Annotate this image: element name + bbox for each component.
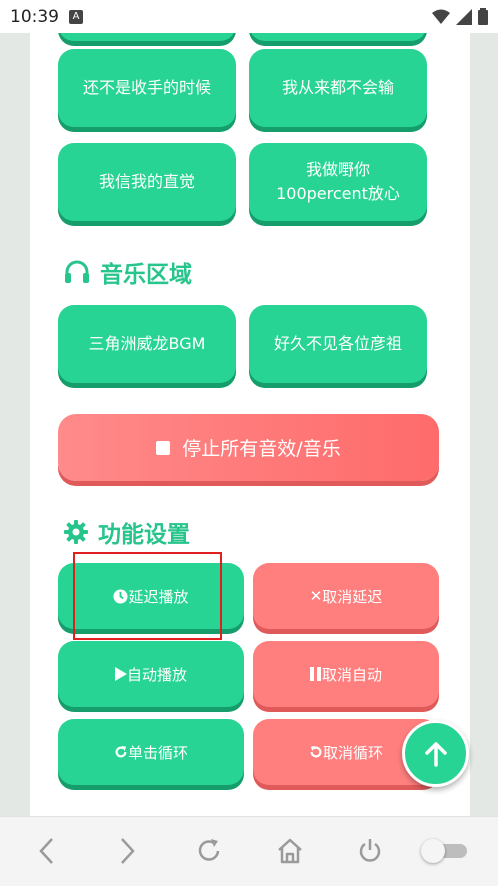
signal-icon bbox=[456, 8, 472, 25]
sound-button-4[interactable]: 我做嘢你 100percent放心 bbox=[249, 143, 427, 221]
music-section-label: 音乐区域 bbox=[100, 262, 192, 288]
music-button-2-label: 好久不见各位彦祖 bbox=[273, 334, 402, 353]
sound-button-3[interactable]: 我信我的直觉 bbox=[58, 143, 236, 221]
settings-section-label: 功能设置 bbox=[98, 522, 190, 548]
wifi-icon bbox=[432, 9, 450, 24]
gear-icon bbox=[64, 520, 88, 544]
battery-icon bbox=[478, 8, 488, 25]
cancel-auto-button[interactable]: 取消自动 bbox=[253, 641, 439, 707]
music-section-title: 音乐区域 bbox=[64, 255, 192, 289]
sound-button-4-label: 我做嘢你 100percent放心 bbox=[276, 160, 400, 203]
highlight-annotation bbox=[73, 552, 222, 640]
single-loop-label: 单击循环 bbox=[127, 743, 188, 762]
bottom-nav-bar bbox=[0, 816, 498, 886]
power-icon[interactable] bbox=[356, 837, 384, 865]
pause-icon bbox=[309, 667, 321, 681]
partial-button-left[interactable] bbox=[58, 33, 236, 41]
forward-arrow-icon[interactable] bbox=[118, 837, 136, 865]
sound-button-3-label: 我信我的直觉 bbox=[98, 172, 195, 191]
stop-icon bbox=[156, 440, 171, 455]
status-bar: 10:39 A bbox=[0, 0, 498, 33]
auto-play-button[interactable]: 自动播放 bbox=[58, 641, 244, 707]
status-time: 10:39 bbox=[10, 6, 59, 27]
auto-play-label: 自动播放 bbox=[126, 665, 187, 684]
partial-button-right[interactable] bbox=[249, 33, 427, 41]
cancel-auto-label: 取消自动 bbox=[321, 665, 382, 684]
music-button-2[interactable]: 好久不见各位彦祖 bbox=[249, 305, 427, 383]
cancel-delay-label: 取消延迟 bbox=[322, 587, 383, 606]
notification-a-icon: A bbox=[69, 9, 83, 24]
status-icons bbox=[432, 8, 488, 25]
close-icon: ✕ bbox=[309, 587, 323, 605]
refresh-icon[interactable] bbox=[196, 837, 222, 865]
content-panel: 还不是收手的时候 我从来都不会输 我信我的直觉 我做嘢你 100percent放… bbox=[30, 33, 470, 816]
cancel-loop-label: 取消循环 bbox=[322, 743, 383, 762]
sound-button-2-label: 我从来都不会输 bbox=[281, 78, 394, 97]
stop-all-label: 停止所有音效/音乐 bbox=[182, 438, 341, 460]
sound-button-1-label: 还不是收手的时候 bbox=[82, 78, 211, 97]
stop-all-button[interactable]: 停止所有音效/音乐 bbox=[58, 414, 439, 481]
arrow-up-icon bbox=[424, 741, 447, 767]
single-loop-button[interactable]: 单击循环 bbox=[58, 719, 244, 785]
toggle-switch[interactable] bbox=[421, 839, 467, 863]
redo-icon bbox=[115, 745, 127, 758]
music-button-1[interactable]: 三角洲威龙BGM bbox=[58, 305, 236, 383]
settings-section-title: 功能设置 bbox=[64, 515, 190, 549]
headphones-icon bbox=[65, 260, 89, 283]
play-icon bbox=[114, 667, 127, 681]
sound-button-1[interactable]: 还不是收手的时候 bbox=[58, 49, 236, 127]
cancel-delay-button[interactable]: ✕ 取消延迟 bbox=[253, 563, 439, 629]
back-arrow-icon[interactable] bbox=[38, 837, 56, 865]
sound-button-2[interactable]: 我从来都不会输 bbox=[249, 49, 427, 127]
undo-icon bbox=[310, 745, 322, 758]
scroll-to-top-button[interactable] bbox=[402, 720, 469, 787]
home-icon[interactable] bbox=[276, 837, 304, 865]
music-button-1-label: 三角洲威龙BGM bbox=[88, 334, 206, 353]
